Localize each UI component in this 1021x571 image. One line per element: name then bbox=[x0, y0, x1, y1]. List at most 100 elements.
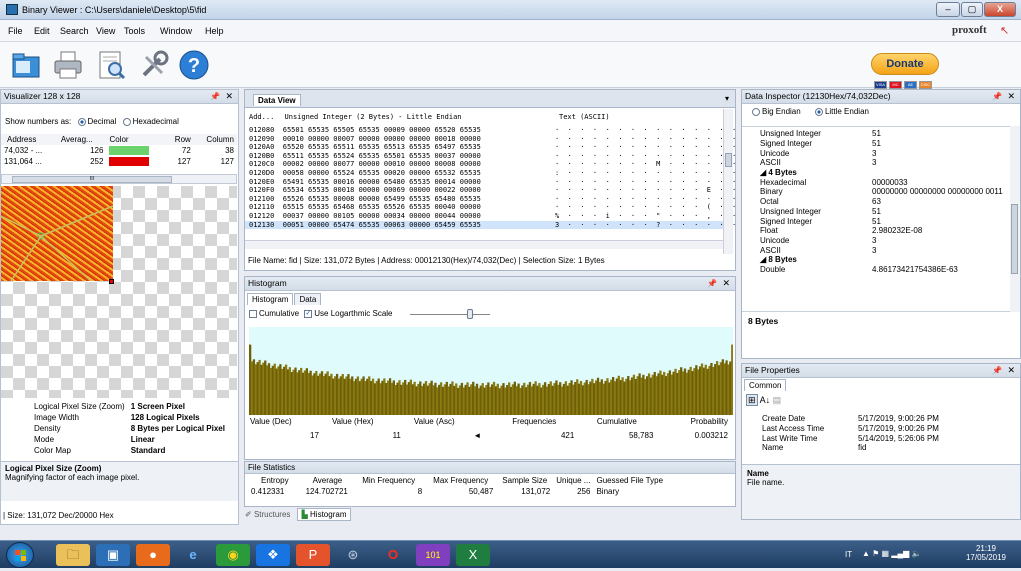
row-text[interactable]: · · · · · · · · · · · · · · · · bbox=[555, 195, 749, 204]
inspector-grid[interactable]: Unsigned Integer 51 Signed Integer 51 Unicod… bbox=[742, 126, 1010, 312]
inspector-row[interactable]: Signed Integer 51 bbox=[760, 139, 1005, 149]
table-row[interactable]: Last Access Time 5/17/2019, 9:00:26 PM bbox=[762, 424, 941, 434]
app-icon[interactable]: ▣ bbox=[96, 544, 130, 566]
prop-value[interactable]: Linear bbox=[128, 434, 228, 445]
categorized-icon[interactable]: ⊞ bbox=[746, 394, 758, 406]
alphabetical-icon[interactable]: A↓ bbox=[760, 395, 771, 405]
inspector-row[interactable]: Signed Integer 51 bbox=[760, 216, 1005, 226]
col-min-frequency[interactable]: Min Frequency bbox=[352, 475, 425, 486]
visualizer-canvas[interactable] bbox=[1, 186, 237, 398]
network-app-icon[interactable]: ⊛ bbox=[336, 544, 370, 566]
col-probability[interactable]: Probability bbox=[656, 416, 731, 427]
data-row[interactable]: 012090 00010 00000 00007 00000 00000 000… bbox=[245, 135, 749, 144]
inspector-row[interactable]: Unicode 3 bbox=[760, 148, 1005, 158]
tab-histogram[interactable]: Histogram bbox=[247, 293, 294, 305]
col-sample-size[interactable]: Sample Size bbox=[496, 475, 553, 486]
decimal-radio[interactable] bbox=[77, 117, 86, 126]
data-row[interactable]: 0120E0 65491 65535 00016 00000 65480 655… bbox=[245, 178, 749, 187]
col-cumulative[interactable]: Cumulative bbox=[577, 416, 656, 427]
header-address[interactable]: Add... bbox=[249, 113, 274, 121]
row-values[interactable]: 65534 65535 00018 00000 00069 00000 0002… bbox=[283, 186, 481, 194]
inspector-row[interactable]: Double 4.86173421754386E-63 bbox=[760, 265, 1005, 275]
prop-value[interactable]: 128 Logical Pixels bbox=[128, 412, 228, 423]
inspector-group[interactable]: ◢ 4 Bytes bbox=[760, 168, 1005, 178]
row-text[interactable]: · · · · · · · · · · · · · · · · bbox=[555, 178, 749, 187]
pin-icon[interactable]: 📌 bbox=[992, 364, 1002, 377]
row-values[interactable]: 65511 65535 65524 65535 65501 65535 0003… bbox=[283, 152, 481, 160]
prop-value[interactable]: Standard bbox=[128, 445, 228, 456]
inspector-row[interactable]: ASCII 3 bbox=[760, 245, 1005, 255]
row-text[interactable]: · · · · · · · · · · · · · · · · bbox=[555, 152, 749, 161]
little-endian-radio[interactable] bbox=[814, 107, 823, 116]
row-text[interactable]: % · · · i · · · " · · · , · · · bbox=[555, 212, 749, 221]
binary-viewer-taskbar-icon[interactable]: 101 bbox=[416, 544, 450, 566]
menu-tools[interactable]: Tools bbox=[124, 26, 145, 36]
row-text[interactable]: · · · · · · · · · · · · · · · · bbox=[555, 143, 749, 152]
firefox-icon[interactable]: ● bbox=[136, 544, 170, 566]
menu-help[interactable]: Help bbox=[205, 26, 224, 36]
row-values[interactable]: 65515 65535 65468 65535 65526 65535 0004… bbox=[283, 203, 481, 211]
col-value-dec[interactable]: Value (Dec) bbox=[247, 416, 329, 427]
row-values[interactable]: 00058 00000 65524 65535 00020 00000 6553… bbox=[283, 169, 481, 177]
table-row[interactable]: Last Write Time 5/14/2019, 5:26:06 PM bbox=[762, 433, 941, 443]
menu-edit[interactable]: Edit bbox=[34, 26, 50, 36]
header-text[interactable]: Text (ASCII) bbox=[559, 113, 610, 121]
data-row[interactable]: 012110 65515 65535 65468 65535 65526 655… bbox=[245, 203, 749, 212]
horizontal-scrollbar[interactable] bbox=[245, 240, 723, 249]
row-values[interactable]: 00002 00000 00077 00000 00010 00000 0000… bbox=[283, 160, 481, 168]
col-column[interactable]: Column bbox=[194, 134, 237, 145]
byte-image[interactable] bbox=[1, 186, 113, 281]
pin-icon[interactable]: 📌 bbox=[210, 90, 220, 103]
prop-value[interactable]: 8 Bytes per Logical Pixel bbox=[128, 423, 228, 434]
col-average[interactable]: Averag... bbox=[58, 134, 107, 145]
col-average[interactable]: Average bbox=[303, 475, 353, 486]
inspector-group[interactable]: ◢ 8 Bytes bbox=[760, 255, 1005, 265]
row-values[interactable]: 00037 00000 00105 00000 00034 00000 0004… bbox=[283, 212, 481, 220]
row-text[interactable]: · · · · · · · · · · · · · · · · bbox=[555, 135, 749, 144]
tray-icons[interactable]: ▲ ⚑ ▦ ▂▄▆ 🔈 bbox=[862, 549, 921, 558]
row-values[interactable]: 65520 65535 65511 65535 65513 65535 6549… bbox=[283, 143, 481, 151]
print-preview-icon[interactable] bbox=[95, 49, 127, 81]
col-entropy[interactable]: Entropy bbox=[247, 475, 303, 486]
tab-data[interactable]: Data bbox=[294, 293, 322, 305]
powerpoint-icon[interactable]: P bbox=[296, 544, 330, 566]
pin-icon[interactable]: 📌 bbox=[707, 277, 717, 290]
inspector-row[interactable]: Unsigned Integer 51 bbox=[760, 207, 1005, 217]
language-indicator[interactable]: IT bbox=[845, 550, 852, 559]
histogram-bottom-tab[interactable]: ▙ Histogram bbox=[296, 508, 352, 521]
col-address[interactable]: Address bbox=[1, 134, 58, 145]
print-icon[interactable] bbox=[52, 49, 84, 81]
table-row[interactable]: 74,032 - ... 126 72 38 bbox=[1, 145, 237, 156]
close-icon[interactable]: ✕ bbox=[1007, 364, 1015, 377]
clock[interactable]: 21:19 17/05/2019 bbox=[964, 544, 1008, 562]
prop-value[interactable]: 1 Screen Pixel bbox=[128, 401, 228, 412]
log-scale-checkbox[interactable]: ✓ bbox=[304, 309, 313, 318]
close-icon[interactable]: ✕ bbox=[1007, 90, 1015, 103]
excel-icon[interactable]: X bbox=[456, 544, 490, 566]
cumulative-checkbox[interactable] bbox=[249, 309, 257, 318]
property-pages-icon[interactable]: ▤ bbox=[773, 395, 782, 405]
dropbox-icon[interactable]: ❖ bbox=[256, 544, 290, 566]
col-max-frequency[interactable]: Max Frequency bbox=[425, 475, 496, 486]
row-values[interactable]: 65526 65535 00008 00000 65499 65535 6548… bbox=[283, 195, 481, 203]
inspector-row[interactable]: Hexadecimal 00000033 bbox=[760, 177, 1005, 187]
col-value-hex[interactable]: Value (Hex) bbox=[329, 416, 411, 427]
data-row[interactable]: 012120 00037 00000 00105 00000 00034 000… bbox=[245, 212, 749, 221]
menu-search[interactable]: Search bbox=[60, 26, 89, 36]
data-row[interactable]: 012100 65526 65535 00008 00000 65499 655… bbox=[245, 195, 749, 204]
data-row[interactable]: 0120F0 65534 65535 00018 00000 00069 000… bbox=[245, 186, 749, 195]
opera-icon[interactable]: O bbox=[376, 544, 410, 566]
col-frequencies[interactable]: Frequencies bbox=[491, 416, 577, 427]
data-row[interactable]: 0120D0 00058 00000 65524 65535 00020 000… bbox=[245, 169, 749, 178]
menu-window[interactable]: Window bbox=[160, 26, 192, 36]
row-text[interactable]: · · · · · · · · · · · · E · · · bbox=[555, 186, 749, 195]
row-text[interactable]: : · · · · · · · · · · · · · · · bbox=[555, 169, 749, 178]
chrome-icon[interactable]: ◉ bbox=[216, 544, 250, 566]
structures-tab[interactable]: ✐ Structures bbox=[245, 510, 290, 519]
table-row[interactable]: Create Date 5/17/2019, 9:00:26 PM bbox=[762, 414, 941, 424]
pin-icon[interactable]: 📌 bbox=[992, 90, 1002, 103]
minimize-button[interactable]: – bbox=[936, 2, 960, 17]
row-values[interactable]: 65491 65535 00016 00000 65480 65535 0001… bbox=[283, 178, 481, 186]
col-row[interactable]: Row bbox=[166, 134, 194, 145]
data-row[interactable]: 012080 65501 65535 65505 65535 00009 000… bbox=[245, 126, 749, 135]
